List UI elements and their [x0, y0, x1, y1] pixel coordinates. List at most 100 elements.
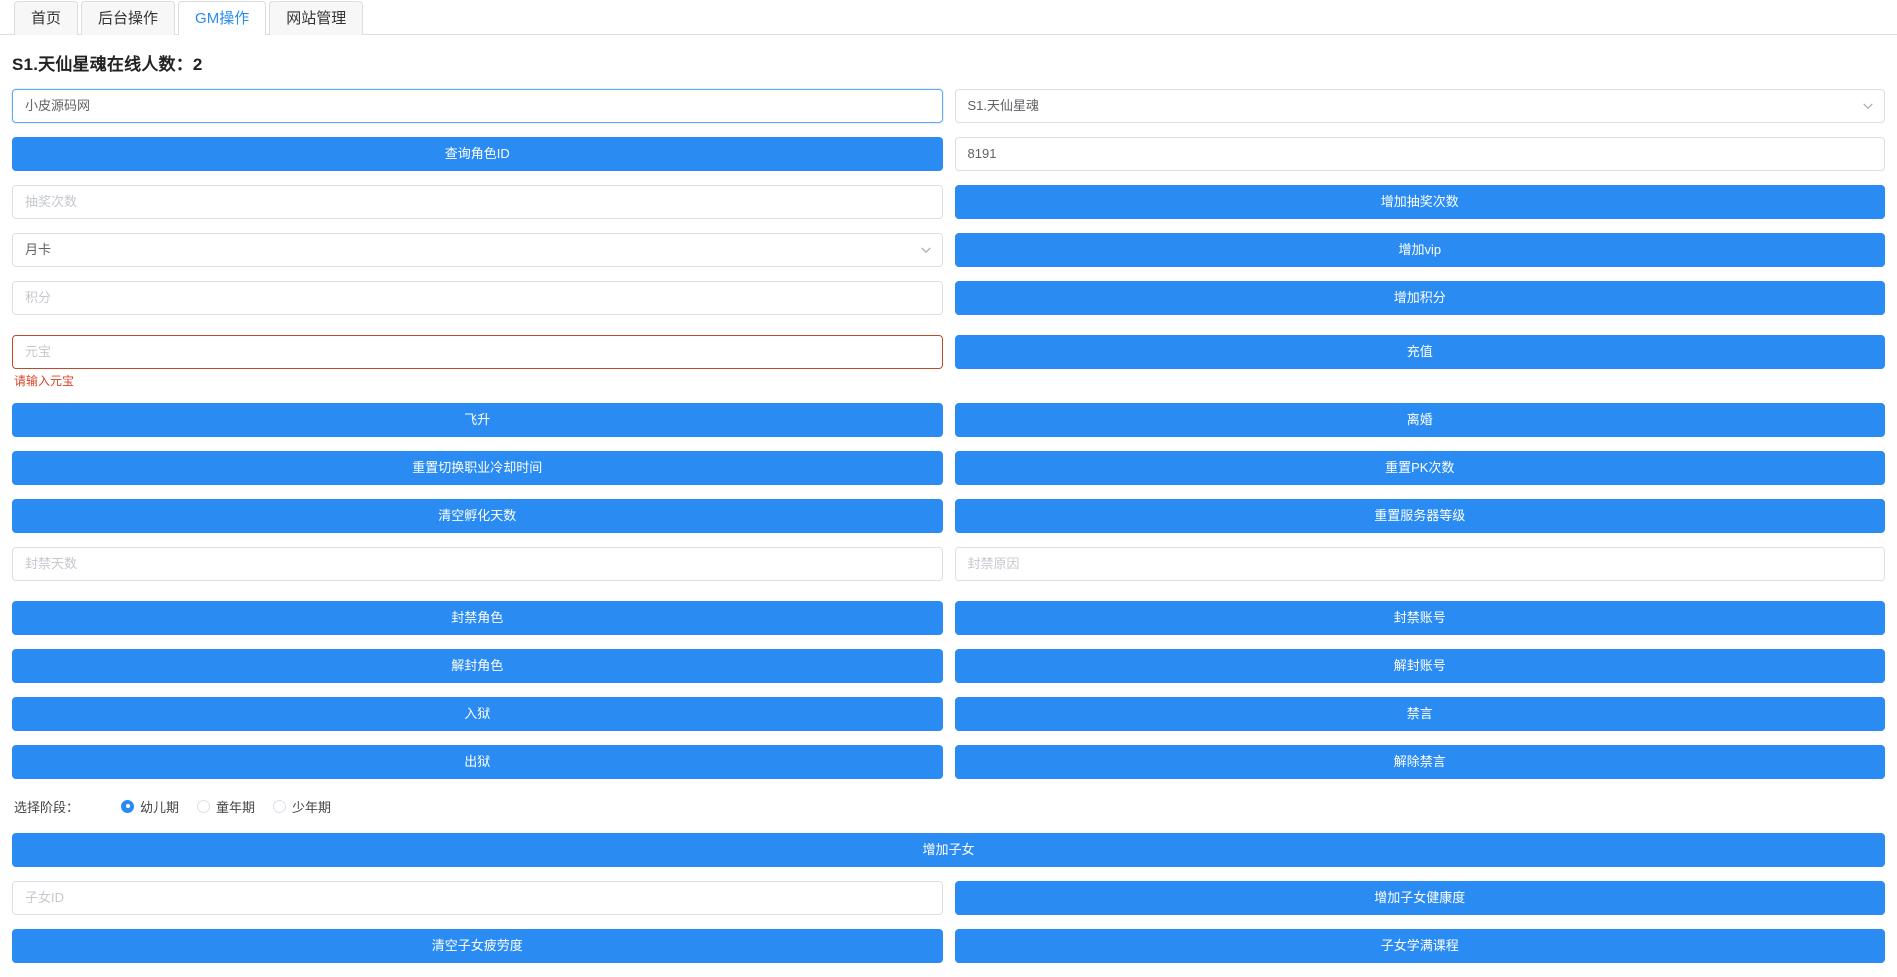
- row-lottery: 抽奖次数 增加抽奖次数: [12, 185, 1885, 219]
- tab-bar: 首页 后台操作 GM操作 网站管理: [0, 0, 1897, 35]
- stage-label: 选择阶段：: [14, 799, 80, 815]
- vip-type-select[interactable]: 月卡: [12, 233, 943, 267]
- reset-job-cooldown-button[interactable]: 重置切换职业冷却时间: [12, 451, 943, 485]
- jail-out-wrap: 出狱: [12, 745, 943, 779]
- tab-home[interactable]: 首页: [14, 1, 79, 35]
- unban-account-button[interactable]: 解封账号: [954, 649, 1885, 683]
- account-field-wrap: 小皮源码网: [12, 89, 943, 123]
- recharge-button[interactable]: 充值: [954, 335, 1885, 369]
- ban-reason-input[interactable]: 封禁原因: [954, 547, 1885, 581]
- child-full-course-button[interactable]: 子女学满课程: [954, 929, 1885, 963]
- stage-radio-group: 选择阶段： 幼儿期 童年期 少年期: [12, 793, 1885, 819]
- add-child-health-wrap: 增加子女健康度: [954, 881, 1885, 915]
- unban-account-wrap: 解封账号: [954, 649, 1885, 683]
- add-child-wrap: 增加子女: [12, 833, 1885, 867]
- ban-role-wrap: 封禁角色: [12, 601, 943, 635]
- unban-role-wrap: 解封角色: [12, 649, 943, 683]
- tab-backend-ops-label: 后台操作: [98, 10, 159, 27]
- stage-option-juvenile[interactable]: 少年期: [273, 797, 331, 816]
- add-points-button[interactable]: 增加积分: [954, 281, 1885, 315]
- jail-in-wrap: 入狱: [12, 697, 943, 731]
- ascend-button[interactable]: 飞升: [12, 403, 943, 437]
- points-field-wrap: 积分: [12, 281, 943, 315]
- lottery-count-input[interactable]: 抽奖次数: [12, 185, 943, 219]
- child-id-wrap: 子女ID: [12, 881, 943, 915]
- account-input[interactable]: 小皮源码网: [12, 89, 943, 123]
- reset-job-cd-wrap: 重置切换职业冷却时间: [12, 451, 943, 485]
- jail-in-button[interactable]: 入狱: [12, 697, 943, 731]
- add-lottery-wrap: 增加抽奖次数: [954, 185, 1885, 219]
- radio-button-icon: [273, 799, 287, 813]
- yuanbao-error-message: 请输入元宝: [14, 374, 75, 388]
- row-child-health: 子女ID 增加子女健康度: [12, 881, 1885, 915]
- mute-button[interactable]: 禁言: [954, 697, 1885, 731]
- tab-site-management[interactable]: 网站管理: [269, 1, 364, 35]
- child-full-course-wrap: 子女学满课程: [954, 929, 1885, 963]
- tab-backend-ops[interactable]: 后台操作: [81, 1, 176, 35]
- query-roleid-button[interactable]: 查询角色ID: [12, 137, 943, 171]
- ban-role-button[interactable]: 封禁角色: [12, 601, 943, 635]
- stage-option-childhood-label: 童年期: [216, 799, 256, 815]
- radio-button-icon: [197, 799, 211, 813]
- row-points: 积分 增加积分: [12, 281, 1885, 315]
- stage-option-infant[interactable]: 幼儿期: [121, 797, 179, 816]
- gm-operations-panel: S1.天仙星魂在线人数：2 小皮源码网 S1.天仙星魂 查询角色ID 8191 …: [0, 50, 1897, 963]
- row-ban-inputs: 封禁天数 封禁原因: [12, 547, 1885, 581]
- row-reset-job-pk: 重置切换职业冷却时间 重置PK次数: [12, 451, 1885, 485]
- unban-role-button[interactable]: 解封角色: [12, 649, 943, 683]
- reset-server-level-button[interactable]: 重置服务器等级: [954, 499, 1885, 533]
- add-lottery-button[interactable]: 增加抽奖次数: [954, 185, 1885, 219]
- stage-option-juvenile-label: 少年期: [292, 799, 332, 815]
- child-id-input[interactable]: 子女ID: [12, 881, 943, 915]
- server-select-wrap: S1.天仙星魂: [954, 89, 1885, 123]
- ban-account-wrap: 封禁账号: [954, 601, 1885, 635]
- server-select[interactable]: S1.天仙星魂: [954, 89, 1885, 123]
- row-vip: 月卡 增加vip: [12, 233, 1885, 267]
- clear-hatch-days-button[interactable]: 清空孵化天数: [12, 499, 943, 533]
- mute-wrap: 禁言: [954, 697, 1885, 731]
- add-points-wrap: 增加积分: [954, 281, 1885, 315]
- tab-site-management-label: 网站管理: [286, 10, 347, 27]
- yuanbao-input[interactable]: 元宝: [12, 335, 943, 369]
- radio-button-icon: [121, 799, 135, 813]
- row-hatch-serverlevel: 清空孵化天数 重置服务器等级: [12, 499, 1885, 533]
- roleid-field-wrap: 8191: [954, 137, 1885, 171]
- points-input[interactable]: 积分: [12, 281, 943, 315]
- clear-hatch-days-wrap: 清空孵化天数: [12, 499, 943, 533]
- row-ban-buttons: 封禁角色 封禁账号: [12, 601, 1885, 635]
- reset-pk-count-button[interactable]: 重置PK次数: [954, 451, 1885, 485]
- ban-days-input[interactable]: 封禁天数: [12, 547, 943, 581]
- row-jailout-unmute: 出狱 解除禁言: [12, 745, 1885, 779]
- tab-home-label: 首页: [31, 10, 62, 27]
- unmute-wrap: 解除禁言: [954, 745, 1885, 779]
- reset-server-level-wrap: 重置服务器等级: [954, 499, 1885, 533]
- row-query-roleid: 查询角色ID 8191: [12, 137, 1885, 171]
- ban-reason-wrap: 封禁原因: [954, 547, 1885, 581]
- unmute-button[interactable]: 解除禁言: [954, 745, 1885, 779]
- row-account-server: 小皮源码网 S1.天仙星魂: [12, 89, 1885, 123]
- reset-pk-wrap: 重置PK次数: [954, 451, 1885, 485]
- query-roleid-wrap: 查询角色ID: [12, 137, 943, 171]
- stage-option-infant-label: 幼儿期: [140, 799, 180, 815]
- stage-option-childhood[interactable]: 童年期: [197, 797, 255, 816]
- ban-account-button[interactable]: 封禁账号: [954, 601, 1885, 635]
- add-child-health-button[interactable]: 增加子女健康度: [954, 881, 1885, 915]
- tab-gm-ops[interactable]: GM操作: [178, 1, 267, 35]
- divorce-button[interactable]: 离婚: [954, 403, 1885, 437]
- add-vip-button[interactable]: 增加vip: [954, 233, 1885, 267]
- divorce-wrap: 离婚: [954, 403, 1885, 437]
- lottery-field-wrap: 抽奖次数: [12, 185, 943, 219]
- roleid-input[interactable]: 8191: [954, 137, 1885, 171]
- row-unban-buttons: 解封角色 解封账号: [12, 649, 1885, 683]
- row-jail-mute: 入狱 禁言: [12, 697, 1885, 731]
- tab-gm-ops-label: GM操作: [195, 10, 250, 27]
- ascend-wrap: 飞升: [12, 403, 943, 437]
- page-title: S1.天仙星魂在线人数：2: [12, 55, 203, 74]
- ban-days-wrap: 封禁天数: [12, 547, 943, 581]
- vip-select-wrap: 月卡: [12, 233, 943, 267]
- clear-child-fatigue-button[interactable]: 清空子女疲劳度: [12, 929, 943, 963]
- row-child-fatigue-course: 清空子女疲劳度 子女学满课程: [12, 929, 1885, 963]
- yuanbao-field-wrap: 元宝 请输入元宝: [12, 335, 943, 389]
- add-child-button[interactable]: 增加子女: [12, 833, 1885, 867]
- jail-out-button[interactable]: 出狱: [12, 745, 943, 779]
